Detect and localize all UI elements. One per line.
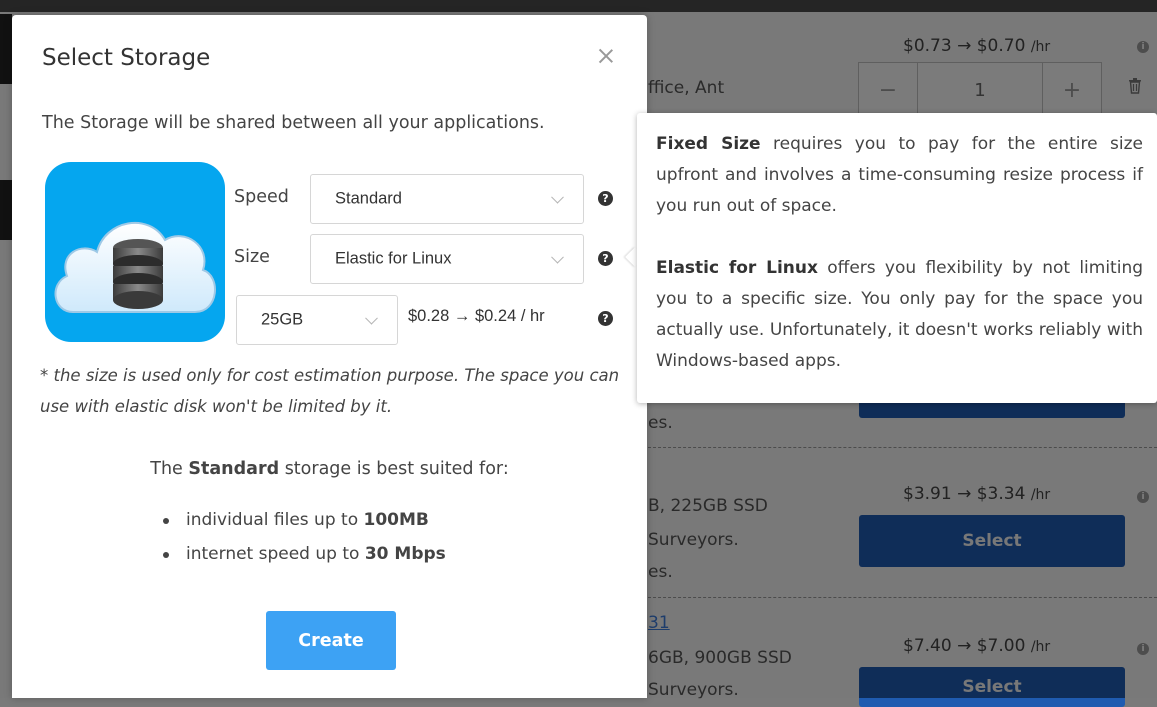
dialog-title: Select Storage	[42, 45, 211, 71]
size-help-tooltip: Fixed Size requires you to pay for the e…	[637, 113, 1157, 403]
size-select[interactable]: Elastic for Linux	[310, 234, 584, 284]
storage-price: $0.28 → $0.24 / hr	[408, 307, 545, 325]
size-label: Size	[234, 247, 270, 267]
storage-features-list: individual files up to 100MB internet sp…	[160, 503, 446, 571]
help-icon[interactable]: ?	[598, 311, 613, 326]
speed-select-value: Standard	[335, 189, 402, 208]
dialog-subtitle: The Storage will be shared between all y…	[42, 113, 545, 133]
cost-estimation-note: * the size is used only for cost estimat…	[40, 366, 620, 416]
capacity-select-value: 25GB	[261, 310, 304, 329]
elastic-description: Elastic for Linux offers you flexibility…	[656, 258, 1144, 371]
size-select-value: Elastic for Linux	[335, 249, 452, 268]
help-icon[interactable]: ?	[598, 191, 613, 206]
close-icon[interactable]	[597, 47, 615, 65]
help-icon[interactable]: ?	[598, 251, 613, 266]
chevron-down-icon	[551, 250, 564, 264]
create-button[interactable]: Create	[266, 611, 396, 670]
speed-select[interactable]: Standard	[310, 174, 584, 224]
storage-type: Standard	[188, 459, 280, 479]
suited-heading: The Standard storage is best suited for:	[150, 459, 509, 479]
select-storage-dialog: Select Storage The Storage will be share…	[12, 15, 647, 698]
chevron-down-icon	[551, 190, 564, 204]
chevron-down-icon	[365, 311, 378, 325]
capacity-select[interactable]: 25GB	[236, 295, 398, 345]
speed-label: Speed	[234, 187, 289, 207]
list-item: internet speed up to 30 Mbps	[160, 537, 446, 571]
fixed-size-description: Fixed Size requires you to pay for the e…	[656, 134, 1143, 216]
storage-cloud-icon	[45, 162, 225, 342]
list-item: individual files up to 100MB	[160, 503, 446, 537]
